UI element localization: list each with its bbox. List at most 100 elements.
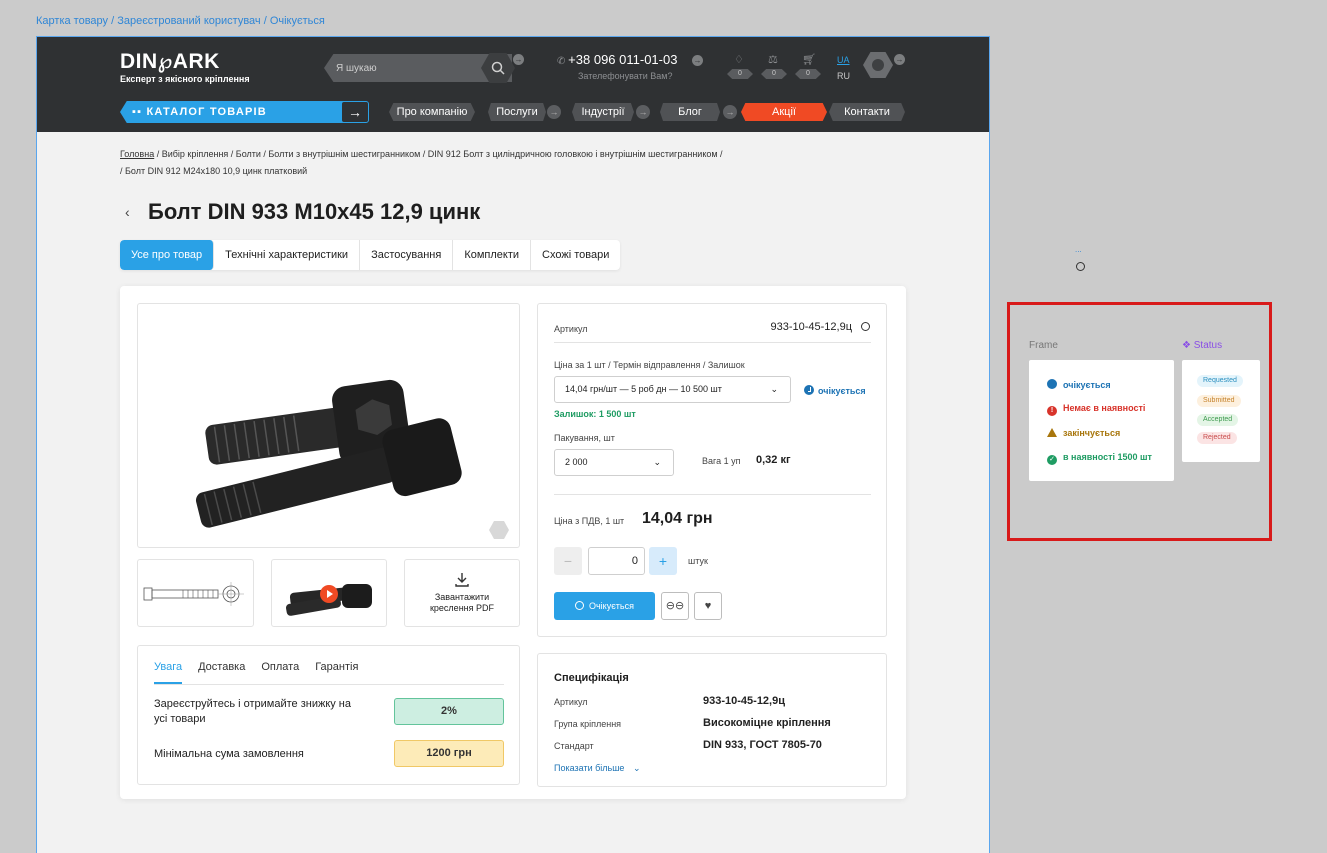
info-tab-delivery[interactable]: Доставка [198, 661, 245, 684]
favorite-button[interactable]: ♥ [694, 592, 722, 620]
info-tab-warranty[interactable]: Гарантія [315, 661, 358, 684]
arrow-right-icon: → [636, 105, 650, 119]
spec-value: DIN 933, ГОСТ 7805-70 [703, 739, 822, 751]
spec-key: Група кріплення [554, 719, 622, 729]
nav-promo[interactable]: Акції [741, 103, 827, 121]
vat-label: Ціна з ПДВ, 1 шт [554, 516, 625, 526]
logo[interactable]: DIN℘ARK Експерт з якісного кріплення [120, 50, 250, 85]
spec-value: Високоміцне кріплення [703, 717, 831, 729]
stock-status: очікується [804, 385, 866, 396]
chip-submitted: Submitted [1197, 395, 1241, 407]
frame-label: Frame [1029, 340, 1058, 351]
tab-usage[interactable]: Застосування [360, 240, 454, 270]
check-icon: ✓ [1047, 455, 1057, 465]
chip-requested: Requested [1197, 375, 1243, 387]
bolt-drawing-icon [143, 582, 244, 606]
callback-link[interactable]: Зателефонувати Вам? [578, 71, 672, 81]
status-text: очікується [1063, 380, 1111, 390]
chevron-down-icon: ⌄ [770, 384, 778, 394]
tab-all-about[interactable]: Усе про товар [120, 240, 215, 270]
page-title: Болт DIN 933 M10x45 12,9 цинк [148, 199, 481, 224]
chevron-down-icon: ⌄ [653, 457, 661, 467]
product-page-artboard: DIN℘ARK Експерт з якісного кріплення → ✆… [36, 36, 990, 853]
lang-ua[interactable]: UA [837, 55, 850, 65]
download-icon [455, 573, 469, 587]
show-more-link[interactable]: Показати більше ⌄ [554, 763, 640, 774]
catalog-button[interactable]: ▪▪ КАТАЛОГ ТОВАРІВ [120, 101, 346, 123]
min-order-text: Мінімальна сума замовлення [154, 748, 304, 760]
vat-price: 14,04 грн [642, 510, 713, 527]
qty-plus-button[interactable]: + [649, 547, 677, 575]
status-variants-card: очікується ! Немає в наявності закінчуєть… [1029, 360, 1174, 481]
weight-label: Вага 1 уп [702, 456, 741, 466]
scales-icon[interactable]: ⚖ [768, 53, 778, 66]
tab-kits[interactable]: Комплекти [453, 240, 532, 270]
nav-contacts[interactable]: Контакти [829, 103, 905, 121]
download-pdf-button[interactable]: Завантажити креслення PDF [404, 559, 520, 627]
qty-input[interactable] [588, 547, 645, 575]
lang-ru[interactable]: RU [837, 71, 850, 81]
chip-accepted: Accepted [1197, 414, 1239, 426]
copy-icon[interactable] [861, 322, 870, 331]
thumbnail-video[interactable] [271, 559, 387, 627]
cart-icon[interactable]: 🛒︎ [802, 53, 816, 66]
min-order-badge: 1200 грн [394, 740, 504, 767]
product-photo[interactable] [137, 303, 520, 548]
arrow-right-icon: → [723, 105, 737, 119]
pack-select-value: 2 000 [565, 457, 588, 467]
thumbnail-drawing[interactable] [137, 559, 254, 627]
nav-industries[interactable]: Індустрії [572, 103, 634, 121]
download-label: Завантажити креслення PDF [429, 592, 495, 613]
compare-button[interactable]: ⊖⊖ [661, 592, 689, 620]
catalog-arrow-icon[interactable]: → [341, 101, 369, 123]
phone-number[interactable]: ✆ +38 096 011-01-03 [557, 52, 677, 67]
info-tab-attention[interactable]: Увага [154, 661, 183, 684]
unit-label: штук [688, 556, 708, 566]
logo-tagline: Експерт з якісного кріплення [120, 74, 250, 84]
heart-icon: ♥ [704, 600, 712, 612]
price-select-value: 14,04 грн/шт — 5 роб дн — 10 500 шт [565, 384, 722, 394]
chip-rejected: Rejected [1197, 432, 1237, 444]
back-chevron-icon[interactable]: ‹ [125, 204, 130, 220]
status-chips-card: Requested Submitted Accepted Rejected [1182, 360, 1260, 462]
user-icon[interactable] [863, 52, 893, 78]
promo-text: Зареєструйтесь і отримайте знижку на усі… [154, 698, 352, 725]
sku-label: Артикул [554, 324, 588, 334]
nav-blog[interactable]: Блог [660, 103, 720, 121]
spec-value: 933-10-45-12,9ц [703, 695, 785, 707]
status-in-stock: ✓ в наявності 1500 шт [1047, 452, 1152, 465]
glasses-icon: ⊖⊖ [665, 600, 685, 612]
phone-text: +38 096 011-01-03 [568, 52, 678, 67]
grid-icon: ▪▪ [132, 106, 147, 118]
tab-similar[interactable]: Схожі товари [531, 240, 620, 270]
arrow-right-icon: → [692, 55, 703, 66]
nav-services[interactable]: Послуги [488, 103, 546, 121]
sku-value: 933-10-45-12,9ц [770, 321, 852, 333]
product-tabs: Усе про товар Технічні характеристики За… [120, 240, 621, 270]
info-tab-payment[interactable]: Оплата [261, 661, 299, 684]
alert-icon: ! [1047, 406, 1057, 416]
status-text: закінчується [1063, 428, 1121, 438]
tab-specs[interactable]: Технічні характеристики [214, 240, 361, 270]
stock-status-text: очікується [818, 386, 866, 396]
price-select[interactable]: 14,04 грн/шт — 5 роб дн — 10 500 шт ⌄ [554, 376, 791, 403]
clock-icon [1076, 262, 1085, 271]
notify-button[interactable]: Очікується [554, 592, 655, 620]
divider [554, 342, 871, 343]
nav-about[interactable]: Про компанію [389, 103, 475, 121]
compare-count: 0 [761, 69, 787, 79]
pack-select[interactable]: 2 000 ⌄ [554, 449, 674, 476]
play-icon[interactable] [320, 585, 338, 603]
divider [554, 494, 871, 495]
arrow-right-icon: → [513, 54, 524, 65]
search-input[interactable] [336, 54, 486, 82]
arrow-right-icon: → [894, 54, 905, 65]
breadcrumb-home[interactable]: Головна [120, 149, 154, 159]
status-text: Немає в наявності [1063, 403, 1146, 413]
spec-key: Артикул [554, 697, 588, 707]
diamond-icon[interactable]: ♢ [734, 53, 744, 66]
spec-title: Специфікація [554, 672, 629, 684]
qty-minus-button[interactable]: − [554, 547, 582, 575]
logo-word: DIN℘ARK [120, 50, 220, 73]
breadcrumb-path[interactable]: / Вибір кріплення / Болти / Болти з внут… [154, 149, 723, 159]
